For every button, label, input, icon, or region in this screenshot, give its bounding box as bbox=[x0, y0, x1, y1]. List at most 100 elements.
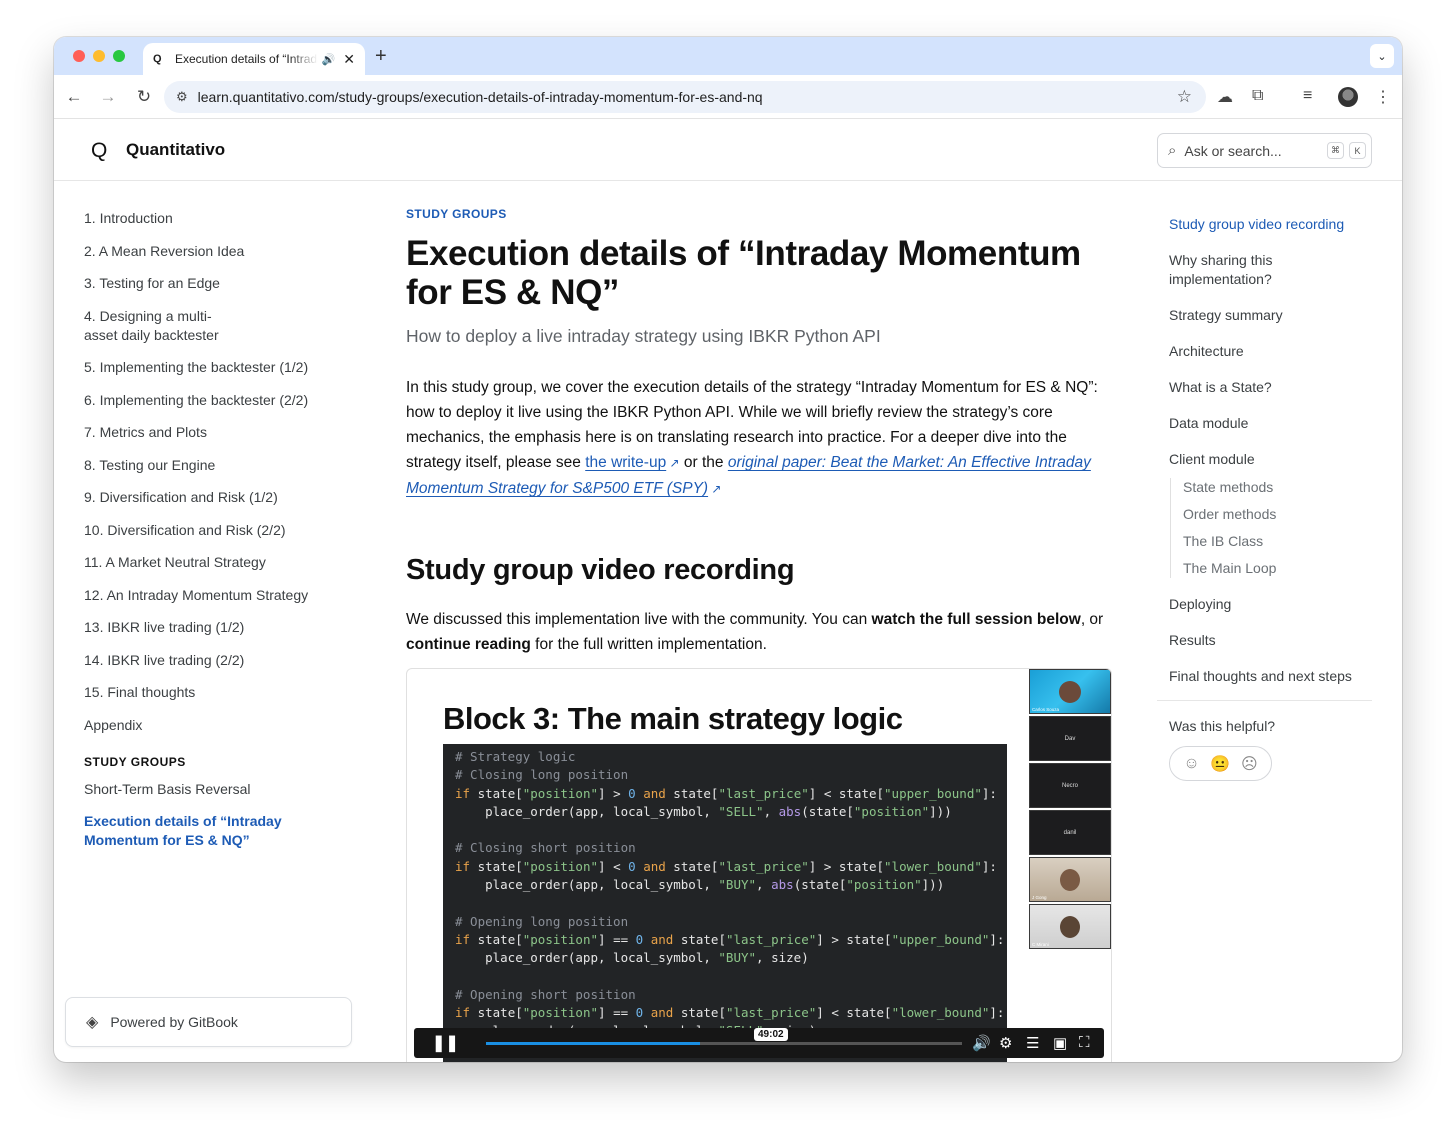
sidebar-item-line: 4. Designing a multi- bbox=[84, 307, 212, 324]
video-bold-text: watch the full session below bbox=[871, 611, 1081, 628]
sidebar-item[interactable]: Appendix bbox=[84, 716, 364, 735]
sidebar-item[interactable]: 6. Implementing the backtester (2/2) bbox=[84, 391, 364, 410]
sidebar-item[interactable]: 13. IBKR live trading (1/2) bbox=[84, 618, 364, 637]
chapters-icon[interactable]: ☰ bbox=[1026, 1034, 1039, 1052]
close-window-button[interactable] bbox=[73, 50, 85, 62]
toc-item[interactable]: Deploying bbox=[1169, 595, 1369, 614]
tab-search-button[interactable]: ⌄ bbox=[1370, 44, 1394, 68]
browser-window: Q Execution details of “Intraday Momentu… bbox=[54, 37, 1402, 1062]
sidebar-item[interactable]: 1. Introduction bbox=[84, 209, 364, 228]
powered-by-gitbook-button[interactable]: ◈ Powered by GitBook bbox=[65, 997, 352, 1047]
extensions-icon[interactable]: ⧉ bbox=[1252, 87, 1263, 105]
settings-icon[interactable]: ⚙ bbox=[999, 1034, 1012, 1052]
participant-face bbox=[1060, 868, 1080, 891]
sidebar-item[interactable]: 2. A Mean Reversion Idea bbox=[84, 242, 364, 261]
sidebar-item[interactable]: 3. Testing for an Edge bbox=[84, 274, 364, 293]
sidebar-section-title: STUDY GROUPS bbox=[84, 754, 186, 769]
table-of-contents: Study group video recording Why sharing … bbox=[1157, 215, 1372, 781]
site-name[interactable]: Quantitativo bbox=[126, 140, 225, 160]
minimize-window-button[interactable] bbox=[93, 50, 105, 62]
sidebar-item[interactable]: 7. Metrics and Plots bbox=[84, 423, 364, 442]
volume-icon[interactable]: 🔊 bbox=[972, 1034, 991, 1052]
sidebar-item[interactable]: 9. Diversification and Risk (1/2) bbox=[84, 488, 364, 507]
sidebar-item[interactable]: 11. A Market Neutral Strategy bbox=[84, 553, 364, 572]
participant-name: Carlos Souza bbox=[1032, 707, 1060, 712]
page-title: Execution details of “Intraday Momentum … bbox=[406, 234, 1081, 312]
sidebar-item[interactable]: 8. Testing our Engine bbox=[84, 456, 364, 475]
video-text: , or bbox=[1080, 611, 1104, 628]
search-placeholder: Ask or search... bbox=[1184, 142, 1282, 159]
fullscreen-icon[interactable]: ⛶ bbox=[1079, 1034, 1090, 1051]
close-tab-icon[interactable]: ✕ bbox=[343, 51, 355, 68]
video-text: We discussed this implementation live wi… bbox=[406, 611, 872, 628]
happy-face-icon[interactable]: ☺ bbox=[1183, 755, 1199, 773]
progress-bar[interactable]: 49:02 bbox=[486, 1028, 962, 1045]
sidebar-item[interactable]: 15. Final thoughts bbox=[84, 683, 364, 702]
tab-title: Execution details of “Intraday Momentum bbox=[175, 52, 318, 66]
powered-by-label: Powered by GitBook bbox=[110, 1014, 238, 1030]
sidebar-item-short-term-basis[interactable]: Short-Term Basis Reversal bbox=[84, 780, 364, 799]
write-up-link[interactable]: the write-up bbox=[585, 454, 666, 471]
pause-icon[interactable]: ❚❚ bbox=[432, 1033, 459, 1053]
section-heading: Study group video recording bbox=[406, 554, 795, 586]
toc-item[interactable]: Strategy summary bbox=[1169, 306, 1369, 325]
participant-tile: C Mirani bbox=[1029, 904, 1111, 949]
divider bbox=[1157, 700, 1372, 701]
star-icon[interactable]: ☆ bbox=[1177, 87, 1192, 107]
sidebar-item[interactable]: 10. Diversification and Risk (2/2) bbox=[84, 521, 364, 540]
cloud-icon[interactable]: ☁ bbox=[1217, 87, 1233, 107]
code-block: # Strategy logic # Closing long position… bbox=[443, 744, 1007, 1062]
sidebar-item[interactable]: 14. IBKR live trading (2/2) bbox=[84, 651, 364, 670]
video-text: for the full written implementation. bbox=[530, 636, 767, 653]
audio-icon[interactable]: 🔊 bbox=[322, 53, 336, 66]
maximize-window-button[interactable] bbox=[113, 50, 125, 62]
sidebar-nav: 1. Introduction 2. A Mean Reversion Idea… bbox=[84, 209, 364, 864]
toc-sub-item[interactable]: Order methods bbox=[1183, 505, 1369, 524]
toc-item[interactable]: Client module bbox=[1169, 450, 1369, 469]
toc-item[interactable]: Final thoughts and next steps bbox=[1169, 667, 1369, 686]
sidebar-item[interactable]: 12. An Intraday Momentum Strategy bbox=[84, 586, 364, 605]
video-controls: ❚❚ 49:02 🔊 ⚙ ☰ ▣ ⛶ bbox=[414, 1028, 1104, 1058]
sidebar-item[interactable]: 5. Implementing the backtester (1/2) bbox=[84, 358, 364, 377]
helpful-label: Was this helpful? bbox=[1169, 718, 1276, 734]
toc-item[interactable]: Why sharing this implementation? bbox=[1169, 251, 1369, 289]
tab-favicon: Q bbox=[153, 53, 162, 65]
toc-item[interactable]: Data module bbox=[1169, 414, 1369, 433]
video-player[interactable]: Block 3: The main strategy logic # Strat… bbox=[406, 668, 1112, 1062]
participant-tile: danil bbox=[1029, 810, 1111, 855]
participant-label: Necro bbox=[1061, 782, 1078, 789]
reload-icon[interactable]: ↻ bbox=[132, 85, 156, 109]
feedback-buttons: ☺ 😐 ☹ bbox=[1169, 746, 1272, 781]
sidebar-item[interactable]: 4. Designing a multi- asset daily backte… bbox=[84, 307, 364, 345]
sidebar-item-line: asset daily backtester bbox=[84, 326, 219, 343]
search-input[interactable]: ⌕ Ask or search... ⌘ K bbox=[1157, 133, 1372, 168]
new-tab-button[interactable]: + bbox=[375, 45, 387, 68]
toc-item-line: Why sharing this bbox=[1169, 252, 1273, 268]
participant-tile: Necro bbox=[1029, 763, 1111, 808]
sidebar-item-active[interactable]: Execution details of “Intraday Momentum … bbox=[84, 812, 364, 850]
neutral-face-icon[interactable]: 😐 bbox=[1210, 754, 1230, 774]
tab-bar: Q Execution details of “Intraday Momentu… bbox=[54, 37, 1402, 75]
address-bar[interactable]: ⚙ learn.quantitativo.com/study-groups/ex… bbox=[164, 81, 1206, 113]
profile-avatar[interactable] bbox=[1338, 87, 1358, 107]
browser-tab[interactable]: Q Execution details of “Intraday Momentu… bbox=[143, 43, 365, 75]
media-icon[interactable]: ≡ bbox=[1303, 87, 1312, 105]
toc-item[interactable]: Results bbox=[1169, 631, 1369, 650]
participant-face bbox=[1060, 915, 1080, 938]
participant-face bbox=[1059, 680, 1081, 703]
toc-item-active[interactable]: Study group video recording bbox=[1169, 215, 1369, 234]
forward-icon[interactable]: → bbox=[96, 85, 120, 109]
toc-item[interactable]: Architecture bbox=[1169, 342, 1369, 361]
pip-icon[interactable]: ▣ bbox=[1053, 1034, 1067, 1052]
toc-sub-item[interactable]: The Main Loop bbox=[1183, 559, 1369, 578]
sad-face-icon[interactable]: ☹ bbox=[1241, 754, 1258, 774]
menu-icon[interactable]: ⋮ bbox=[1375, 87, 1391, 107]
toc-sub-item[interactable]: State methods bbox=[1183, 478, 1369, 497]
tune-icon[interactable]: ⚙ bbox=[176, 89, 188, 105]
sidebar-item-line: Momentum for ES & NQ” bbox=[84, 832, 250, 848]
participant-label: danil bbox=[1063, 829, 1077, 836]
toc-sub-item[interactable]: The IB Class bbox=[1183, 532, 1369, 551]
back-icon[interactable]: ← bbox=[62, 85, 86, 109]
site-logo[interactable]: Q bbox=[91, 139, 107, 163]
toc-item[interactable]: What is a State? bbox=[1169, 378, 1369, 397]
